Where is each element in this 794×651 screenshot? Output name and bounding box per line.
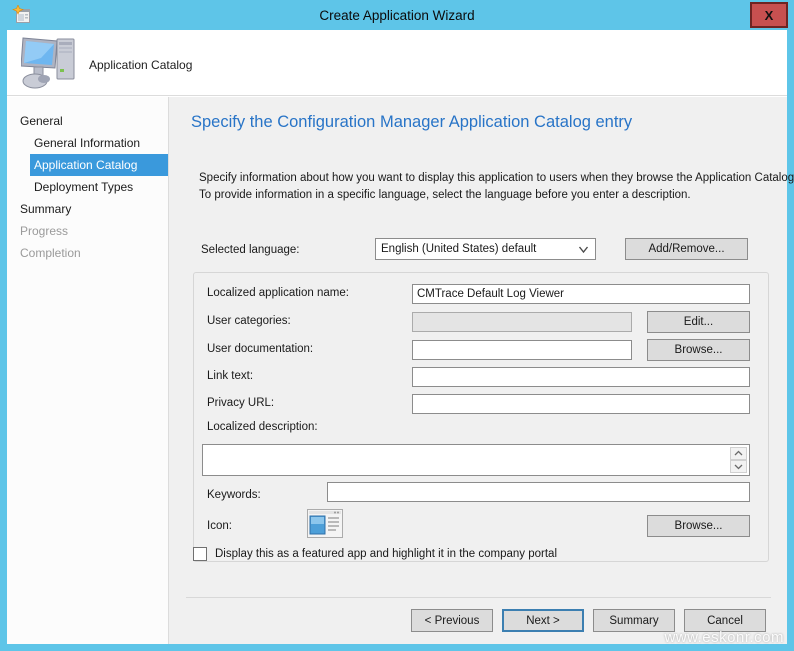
keywords-input[interactable] [327, 482, 750, 502]
edit-categories-button[interactable]: Edit... [647, 311, 750, 333]
nav-item-general-information[interactable]: General Information [30, 132, 168, 154]
language-dropdown[interactable]: English (United States) default [375, 238, 596, 260]
chevron-down-icon [578, 245, 589, 257]
localized-application-name-input[interactable] [412, 284, 750, 304]
content-intro-text: Specify information about how you want t… [199, 172, 794, 202]
application-catalog-icon [20, 36, 79, 95]
wizard-header: Application Catalog [7, 30, 787, 96]
close-button[interactable]: X [750, 2, 788, 28]
watermark-text: www.eskonr.com [664, 629, 784, 646]
privacy-url-label: Privacy URL: [207, 397, 275, 409]
link-text-input[interactable] [412, 367, 750, 387]
description-scrollbar [730, 447, 747, 473]
scroll-up-icon[interactable] [730, 447, 747, 460]
content-heading: Specify the Configuration Manager Applic… [191, 113, 633, 131]
user-documentation-input[interactable] [412, 340, 632, 360]
link-text-label: Link text: [207, 370, 254, 382]
nav-item-progress: Progress [20, 224, 69, 238]
featured-app-row: Display this as a featured app and highl… [193, 547, 557, 561]
catalog-entry-groupbox: Localized application name: User categor… [193, 272, 769, 562]
window-title: Create Application Wizard [319, 7, 475, 23]
nav-item-application-catalog[interactable]: Application Catalog [30, 154, 168, 176]
user-categories-label: User categories: [207, 315, 291, 327]
browse-documentation-button[interactable]: Browse... [647, 339, 750, 361]
nav-item-summary[interactable]: Summary [7, 198, 168, 220]
selected-language-label: Selected language: [201, 244, 300, 256]
featured-app-label: Display this as a featured app and highl… [215, 548, 558, 560]
featured-app-checkbox[interactable] [193, 547, 207, 561]
wizard-content: Specify the Configuration Manager Applic… [168, 97, 794, 644]
page-title: Application Catalog [89, 58, 193, 72]
application-icon-preview [307, 509, 343, 538]
browse-icon-button[interactable]: Browse... [647, 515, 750, 537]
next-button[interactable]: Next > [502, 609, 584, 632]
nav-item-completion: Completion [20, 246, 81, 260]
localized-description-input[interactable] [204, 446, 728, 474]
nav-item-general[interactable]: General [7, 110, 168, 132]
add-remove-button[interactable]: Add/Remove... [625, 238, 748, 260]
language-dropdown-value: English (United States) default [381, 243, 537, 255]
previous-button[interactable]: < Previous [411, 609, 493, 632]
nav-item-deployment-types[interactable]: Deployment Types [30, 176, 168, 198]
localized-description-field [202, 444, 750, 476]
scroll-down-icon[interactable] [730, 460, 747, 473]
privacy-url-input[interactable] [412, 394, 750, 414]
wizard-icon [12, 4, 32, 25]
create-application-wizard-window: Create Application Wizard X Application … [0, 0, 794, 651]
summary-button[interactable]: Summary [593, 609, 675, 632]
keywords-label: Keywords: [207, 489, 261, 501]
footer-divider [186, 597, 771, 598]
icon-label: Icon: [207, 520, 232, 532]
localized-description-label: Localized description: [207, 421, 318, 433]
title-bar: Create Application Wizard X [0, 0, 794, 30]
wizard-nav-sidebar: General General Information Application … [7, 97, 168, 644]
user-categories-input [412, 312, 632, 332]
user-documentation-label: User documentation: [207, 343, 314, 355]
localized-application-name-label: Localized application name: [207, 287, 349, 299]
